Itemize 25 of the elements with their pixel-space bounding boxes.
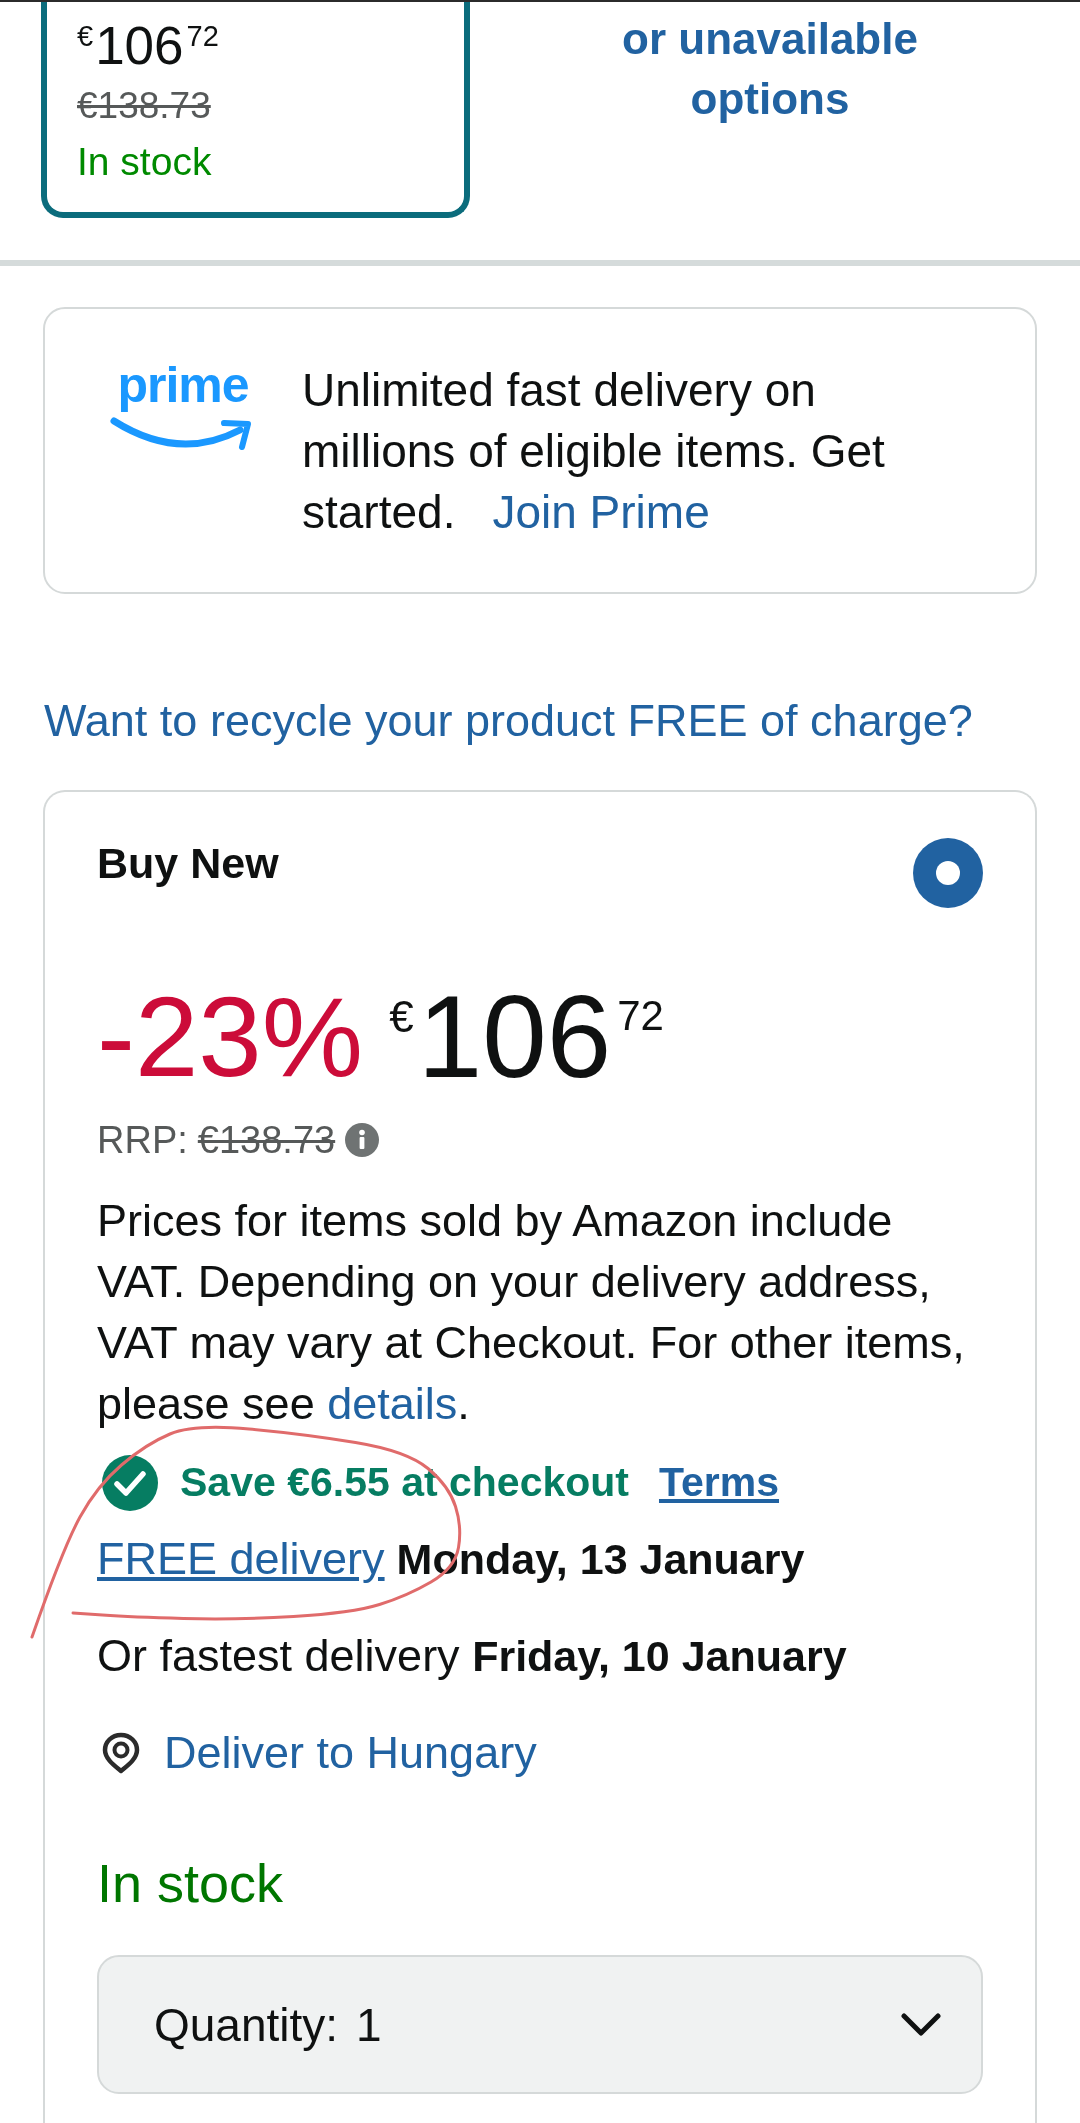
join-prime-link[interactable]: Join Prime (492, 486, 710, 538)
rrp-price: €138.73 (197, 1118, 336, 1163)
chevron-down-icon (901, 2012, 941, 2037)
vat-note: Prices for items sold by Amazon include VAT. Depending on your delivery address, VAT may vary at Checkout. For other items, please see details. (97, 1194, 966, 1431)
recycle-link[interactable]: Want to recycle your product FREE of charge? (44, 690, 973, 751)
info-icon[interactable] (345, 1123, 380, 1157)
location-pin-icon (101, 1731, 141, 1774)
free-delivery-link[interactable]: FREE delivery (97, 1533, 385, 1584)
stock-status: In stock (77, 139, 212, 185)
other-options-link[interactable]: or unavailable options (605, 9, 935, 129)
coupon-text: Save €6.55 at checkout (180, 1459, 629, 1506)
list-price: €138.73 (77, 84, 211, 128)
radio-button[interactable] (913, 838, 983, 908)
discount-percent: -23% (97, 977, 364, 1097)
prime-logo: prime (117, 360, 249, 410)
delivery-info: Or fastest delivery Friday, 10 January (97, 1629, 848, 1683)
rrp-label: RRP: (97, 1118, 188, 1163)
buy-new-title: Buy New (97, 838, 279, 888)
checkmark-icon (102, 1454, 158, 1511)
quantity-dropdown[interactable]: Quantity: 1 (97, 1955, 983, 2094)
deliver-to-link[interactable]: Deliver to Hungary (164, 1722, 537, 1783)
stock-status: In stock (97, 1852, 285, 1915)
details-link[interactable]: details (327, 1378, 458, 1429)
terms-link[interactable]: Terms (659, 1459, 779, 1506)
prime-description: Unlimited fast delivery on millions of eligible items. Get started. Join Prime (302, 363, 886, 540)
